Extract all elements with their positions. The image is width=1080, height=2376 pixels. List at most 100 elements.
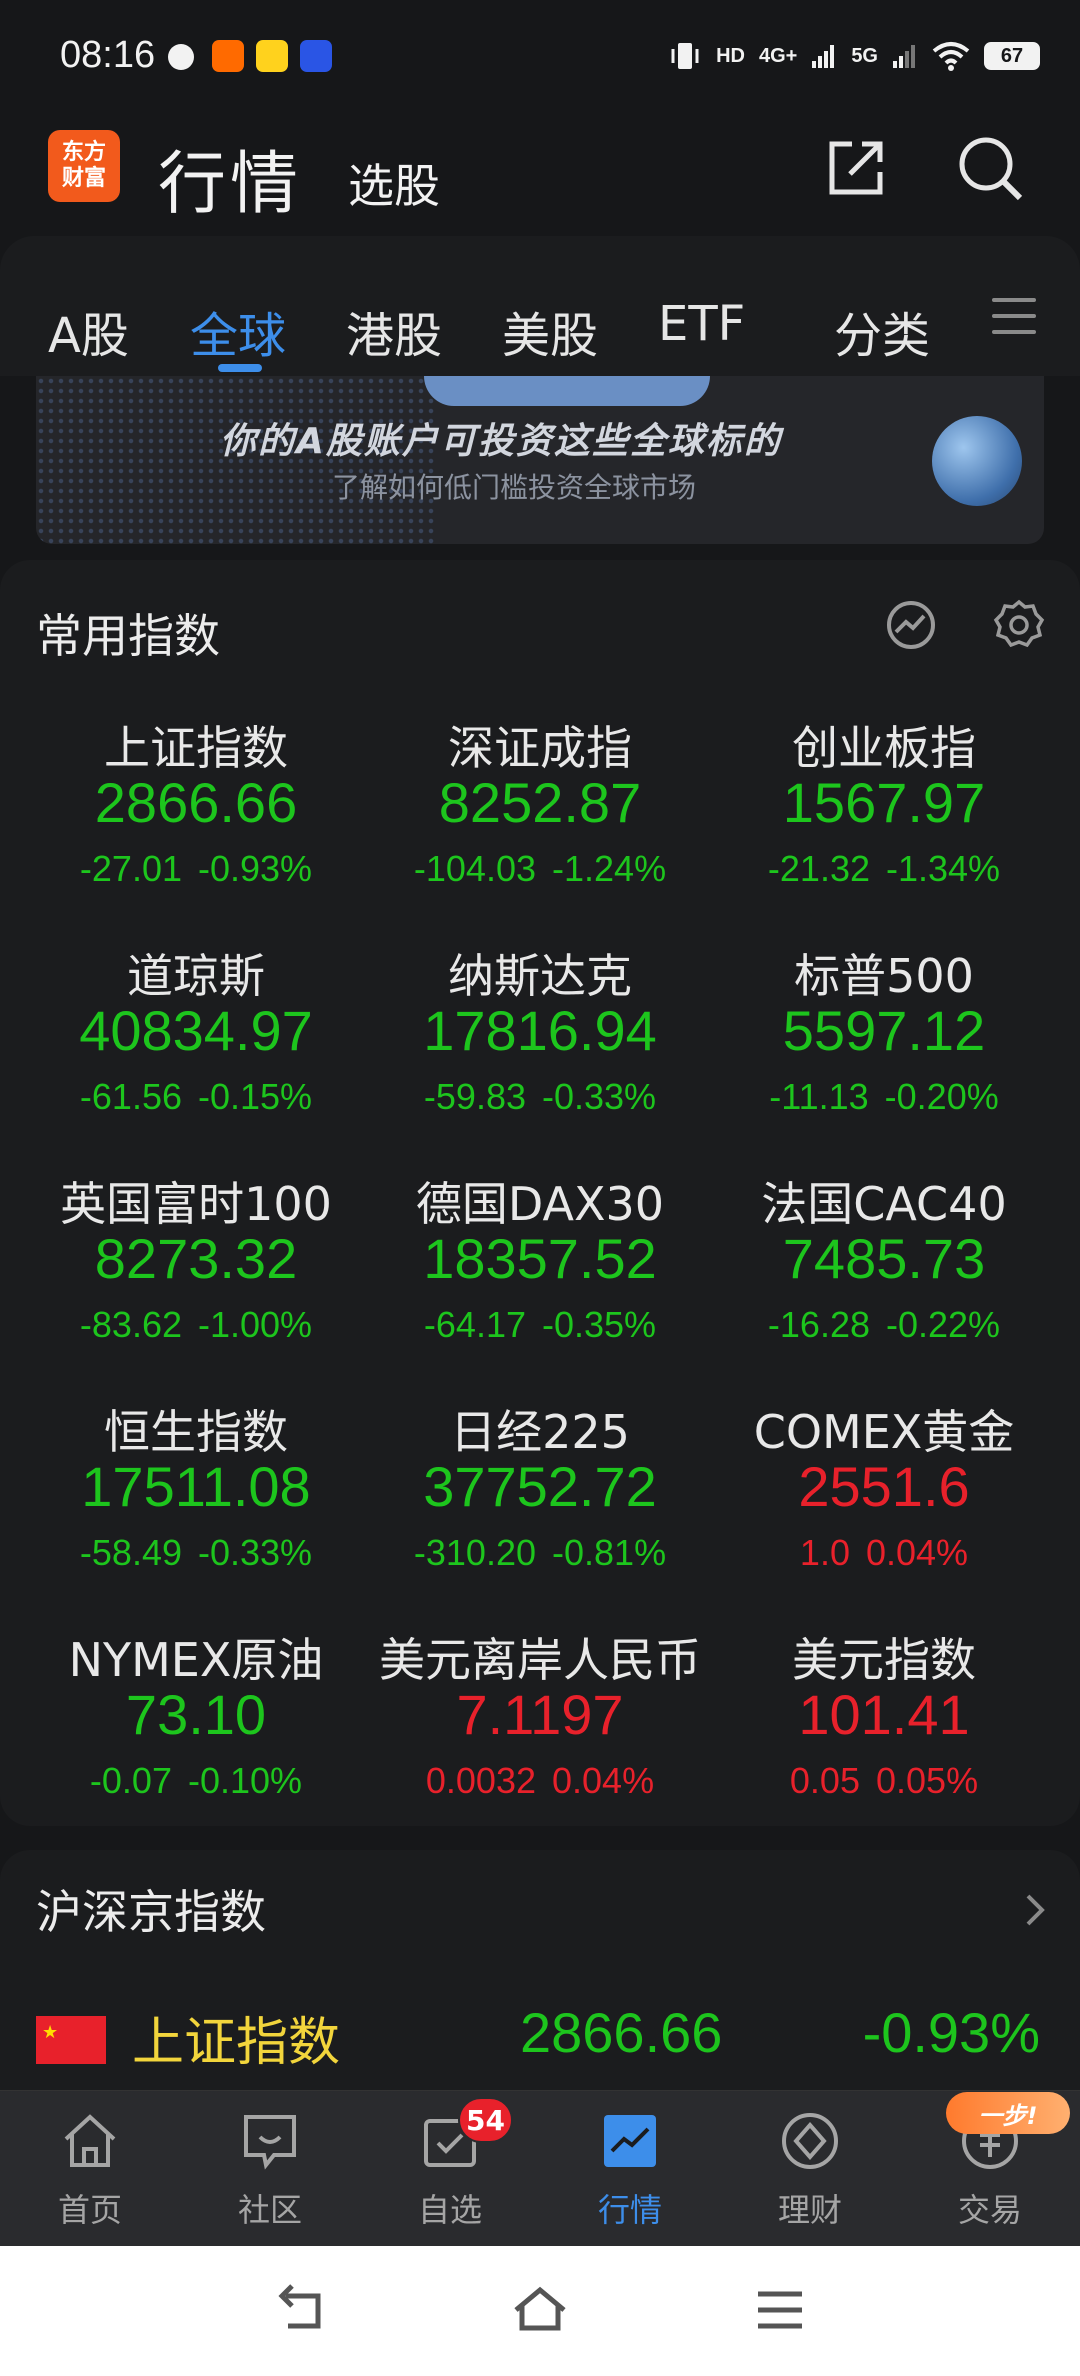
nav-watchlist[interactable]: 54 自选 — [360, 2091, 540, 2247]
index-change: 0.0032 0.04% — [360, 1760, 720, 1802]
change-percent: -0.33% — [542, 1076, 657, 1117]
banner-subline: 了解如何低门槛投资全球市场 — [332, 471, 697, 504]
banner-pill — [424, 376, 710, 406]
nav-label: 交易 — [957, 2191, 1022, 2229]
signal-5g-label: 5G — [851, 45, 878, 67]
trade-promo-badge[interactable]: 一步! — [946, 2092, 1070, 2134]
index-change: 1.0 0.04% — [704, 1532, 1064, 1574]
back-icon[interactable] — [270, 2282, 330, 2338]
change-percent: -0.22% — [886, 1304, 1001, 1345]
change-value: -59.83 — [423, 1076, 526, 1117]
index-card[interactable]: 美元指数 101.41 0.05 0.05% — [704, 1624, 1064, 1824]
change-value: -310.20 — [413, 1532, 536, 1573]
index-name: NYMEX原油 — [68, 1633, 324, 1687]
change-percent: -0.15% — [198, 1076, 313, 1117]
nav-wealth[interactable]: 理财 — [720, 2091, 900, 2247]
common-indices-panel: 常用指数 上证指数 2866.66 -27.01 -0.93% 深证成指 825… — [0, 560, 1080, 1826]
index-card[interactable]: 美元离岸人民币 7.1197 0.0032 0.04% — [360, 1624, 720, 1824]
index-row-name[interactable]: 上证指数 — [132, 2000, 340, 2075]
nav-market[interactable]: 行情 — [540, 2091, 720, 2247]
nav-label: 理财 — [777, 2191, 842, 2229]
signal-4g-label: 4G+ — [758, 45, 798, 67]
tab-indicator — [218, 364, 262, 372]
change-value: -61.56 — [79, 1076, 182, 1117]
nav-label: 首页 — [57, 2191, 122, 2229]
index-price: 7.1197 — [456, 1683, 624, 1746]
index-change: -11.13 -0.20% — [704, 1076, 1064, 1118]
nav-home[interactable]: 首页 — [0, 2091, 180, 2247]
index-name: 法国CAC40 — [761, 1177, 1007, 1231]
change-value: 0.0032 — [425, 1760, 536, 1801]
community-icon — [244, 2115, 296, 2170]
change-percent: -1.34% — [886, 848, 1001, 889]
index-name: 深证成指 — [448, 721, 632, 775]
index-name: 纳斯达克 — [448, 949, 632, 1003]
index-card[interactable]: 法国CAC40 7485.73 -16.28 -0.22% — [704, 1168, 1064, 1368]
index-card[interactable]: 标普500 5597.12 -11.13 -0.20% — [704, 940, 1064, 1140]
index-card[interactable]: 深证成指 8252.87 -104.03 -1.24% — [360, 712, 720, 912]
index-name: 标普500 — [794, 949, 974, 1003]
index-name: 道琼斯 — [127, 949, 265, 1003]
index-name: 恒生指数 — [104, 1405, 288, 1459]
change-percent: -0.35% — [542, 1304, 657, 1345]
change-value: -104.03 — [413, 848, 536, 889]
browser-icon — [300, 40, 332, 72]
tab-hk-shares[interactable]: 港股 — [346, 296, 442, 366]
settings-icon[interactable] — [992, 598, 1046, 652]
index-card[interactable]: 纳斯达克 17816.94 -59.83 -0.33% — [360, 940, 720, 1140]
change-percent: 0.05% — [876, 1760, 979, 1801]
tab-a-shares[interactable]: A股 — [48, 296, 129, 366]
share-icon[interactable] — [818, 130, 894, 206]
signal-4g-icon — [812, 45, 835, 68]
status-time: 08:16 — [60, 34, 156, 76]
change-value: -16.28 — [767, 1304, 870, 1345]
menu-icon[interactable] — [750, 2282, 810, 2338]
index-card[interactable]: 道琼斯 40834.97 -61.56 -0.15% — [16, 940, 376, 1140]
tab-us-shares[interactable]: 美股 — [502, 296, 598, 366]
chevron-right-icon[interactable] — [1020, 1890, 1050, 1930]
nav-community[interactable]: 社区 — [180, 2091, 360, 2247]
index-price: 8273.32 — [94, 1227, 298, 1290]
tab-category[interactable]: 分类 — [834, 296, 930, 366]
index-price: 17511.08 — [81, 1455, 311, 1518]
index-change: -16.28 -0.22% — [704, 1304, 1064, 1346]
wifi-icon — [932, 42, 970, 71]
battery-indicator: 67 — [984, 42, 1040, 70]
market-icon — [604, 2115, 656, 2167]
signal-5g-icon — [893, 45, 915, 68]
index-card[interactable]: 英国富时100 8273.32 -83.62 -1.00% — [16, 1168, 376, 1368]
home-gesture-icon[interactable] — [510, 2282, 570, 2338]
index-change: -27.01 -0.93% — [16, 848, 376, 890]
index-row-price: 2866.66 — [520, 2001, 723, 2064]
index-card[interactable]: NYMEX原油 73.10 -0.07 -0.10% — [16, 1624, 376, 1824]
tab-global[interactable]: 全球 — [190, 296, 286, 366]
search-icon[interactable] — [952, 130, 1028, 206]
index-price: 5597.12 — [782, 999, 986, 1062]
change-value: -64.17 — [423, 1304, 526, 1345]
index-card[interactable]: 恒生指数 17511.08 -58.49 -0.33% — [16, 1396, 376, 1596]
market-tabs: A股 全球 港股 美股 ETF 分类 — [0, 236, 1080, 376]
tab-etf[interactable]: ETF — [658, 296, 745, 352]
globe-chart-icon[interactable] — [884, 598, 938, 652]
index-price: 101.41 — [798, 1683, 970, 1746]
change-percent: -1.00% — [198, 1304, 313, 1345]
globe-icon — [932, 416, 1022, 506]
change-value: 1.0 — [799, 1532, 850, 1573]
index-card[interactable]: 上证指数 2866.66 -27.01 -0.93% — [16, 712, 376, 912]
index-price: 7485.73 — [782, 1227, 986, 1290]
index-card[interactable]: 创业板指 1567.97 -21.32 -1.34% — [704, 712, 1064, 912]
section-title[interactable]: 沪深京指数 — [36, 1876, 266, 1942]
change-percent: -0.33% — [198, 1532, 313, 1573]
index-change: -59.83 -0.33% — [360, 1076, 720, 1118]
stock-picker-link[interactable]: 选股 — [348, 150, 440, 216]
index-card[interactable]: COMEX黄金 2551.6 1.0 0.04% — [704, 1396, 1064, 1596]
index-card[interactable]: 日经225 37752.72 -310.20 -0.81% — [360, 1396, 720, 1596]
promo-banner[interactable]: 你的A股账户可投资这些全球标的 了解如何低门槛投资全球市场 — [36, 376, 1044, 544]
index-card[interactable]: 德国DAX30 18357.52 -64.17 -0.35% — [360, 1168, 720, 1368]
index-price: 37752.72 — [423, 1455, 657, 1518]
index-change: -104.03 -1.24% — [360, 848, 720, 890]
tab-menu-icon[interactable] — [992, 298, 1036, 346]
index-change: -61.56 -0.15% — [16, 1076, 376, 1118]
index-change: -83.62 -1.00% — [16, 1304, 376, 1346]
index-change: -21.32 -1.34% — [704, 848, 1064, 890]
